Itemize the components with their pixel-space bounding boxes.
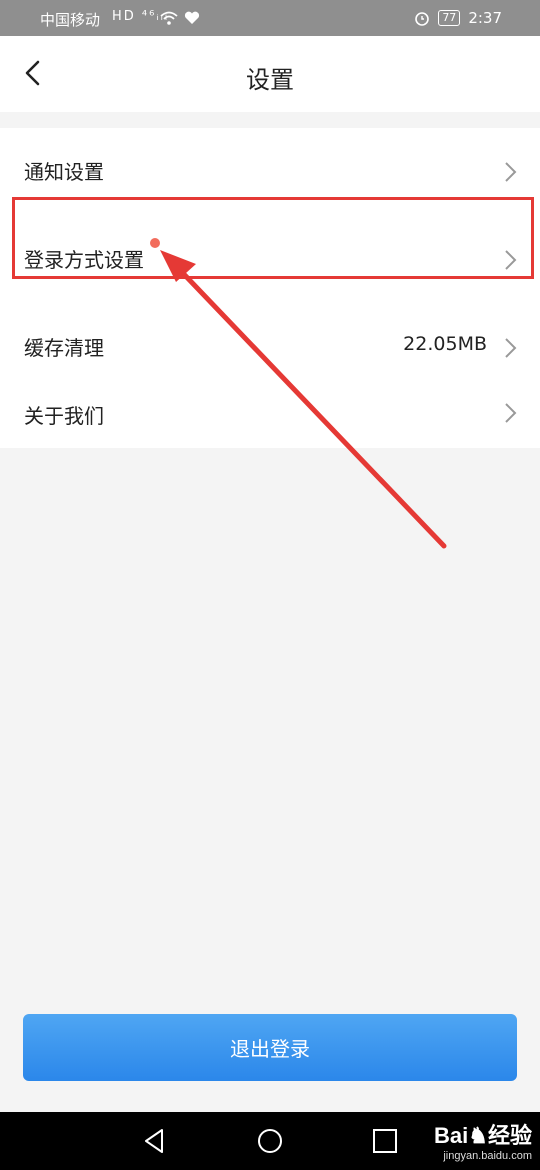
chevron-right-icon xyxy=(505,162,517,182)
settings-item-login-method[interactable]: 登录方式设置 xyxy=(0,216,540,304)
settings-item-about-us[interactable]: 关于我们 xyxy=(0,376,540,448)
heart-icon xyxy=(184,11,200,24)
status-time: 2:37 xyxy=(468,9,502,27)
settings-item-notification[interactable]: 通知设置 xyxy=(0,128,540,216)
page-title: 设置 xyxy=(246,66,294,94)
new-badge-dot xyxy=(150,238,160,248)
watermark-url: jingyan.baidu.com xyxy=(443,1150,532,1162)
status-bar: 中国移动 HD ⁴⁶ᵢₗₗ 77 2:37 xyxy=(0,0,540,36)
settings-item-label: 通知设置 xyxy=(24,160,104,184)
nav-back-icon[interactable] xyxy=(140,1126,170,1156)
carrier-label: 中国移动 xyxy=(40,11,101,29)
wifi-icon xyxy=(160,11,178,25)
chevron-right-icon xyxy=(505,250,517,270)
app-header: 设置 xyxy=(0,36,540,112)
logout-button[interactable]: 退出登录 xyxy=(23,1014,517,1081)
chevron-right-icon xyxy=(505,403,517,423)
settings-item-label: 关于我们 xyxy=(24,404,104,428)
chevron-right-icon xyxy=(505,338,517,358)
cache-size-value: 22.05MB xyxy=(403,333,487,355)
battery-icon: 77 xyxy=(438,10,461,26)
settings-group-about: 关于我们 xyxy=(0,376,540,448)
settings-item-label: 登录方式设置 xyxy=(24,248,144,272)
watermark: Bai♞经验 jingyan.baidu.com xyxy=(434,1118,532,1162)
nav-recents-icon[interactable] xyxy=(370,1126,400,1156)
settings-item-label: 缓存清理 xyxy=(24,336,104,360)
nav-home-icon[interactable] xyxy=(255,1126,285,1156)
settings-group-main: 通知设置 登录方式设置 缓存清理 22.05MB xyxy=(0,128,540,392)
alarm-icon xyxy=(415,12,430,26)
watermark-brand: Bai♞经验 xyxy=(434,1123,532,1148)
